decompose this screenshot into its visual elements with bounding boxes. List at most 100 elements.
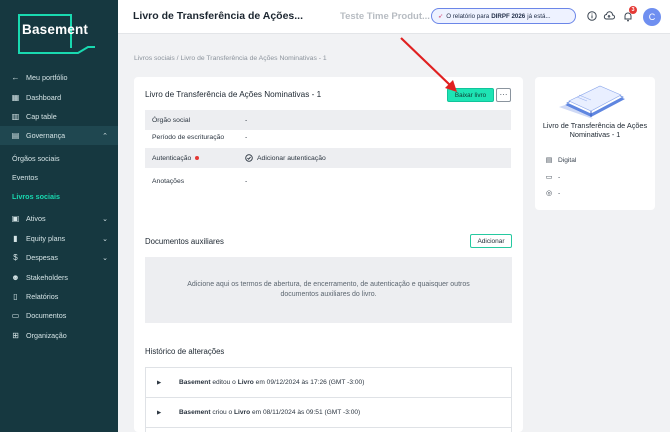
detail-row-autenticacao: Autenticação Adicionar autenticação (145, 148, 511, 168)
avatar[interactable]: C (643, 8, 661, 26)
rocket-icon: ➶ (438, 12, 444, 20)
page-title: Livro de Transferência de Ações... (133, 10, 304, 22)
briefcase-icon: ▣ (11, 214, 20, 223)
caret-right-icon: ▶ (157, 379, 162, 386)
sidebar-item-label: Cap table (26, 112, 57, 121)
sidebar-item-despesas[interactable]: $ Despesas ⌄ (0, 248, 118, 267)
chevron-down-icon: ⌄ (102, 215, 108, 223)
history-object: Livro (237, 379, 254, 386)
info-icon[interactable] (586, 10, 598, 22)
sidebar-item-label: Organização (26, 331, 67, 340)
book-type-value: Digital (558, 156, 577, 164)
calendar-icon: ▭ (545, 174, 553, 181)
book-status: ◎ - (545, 189, 561, 198)
required-dot-icon (195, 155, 200, 160)
sidebar-subitem-eventos[interactable]: Eventos (12, 173, 38, 182)
sidebar-item-relatorios[interactable]: ▯ Relatórios (0, 287, 118, 306)
sidebar-item-label: Stakeholders (26, 273, 68, 282)
history-actor: Basement (179, 409, 211, 416)
sidebar-subitem-orgaos-sociais[interactable]: Órgãos sociais (12, 154, 60, 163)
detail-label: Anotações (152, 177, 185, 185)
sidebar-item-label: Governança (26, 131, 66, 140)
side-card-title: Livro de Transferência de Ações Nominati… (542, 121, 648, 140)
book-date: ▭ - (545, 173, 561, 182)
add-document-button[interactable]: Adicionar (470, 234, 512, 248)
org-icon: ⊞ (12, 331, 19, 340)
report-icon: ▯ (13, 292, 18, 301)
more-options-button[interactable]: ··· (496, 88, 511, 102)
book-status-value: - (558, 189, 561, 197)
dirpf-notice-pill[interactable]: ➶ O relatório para DIRPF 2026 já está... (431, 8, 576, 24)
sidebar-item-dashboard[interactable]: ▦ Dashboard (0, 88, 118, 107)
chevron-up-icon: ⌃ (102, 132, 108, 140)
sidebar-item-documentos[interactable]: ▭ Documentos (0, 306, 118, 325)
chart-icon: ▮ (13, 234, 18, 243)
table-icon: ▥ (11, 112, 20, 121)
caret-right-icon: ▶ (157, 409, 162, 416)
book-icon: ▤ (545, 157, 553, 164)
sidebar-item-organizacao[interactable]: ⊞ Organização (0, 326, 118, 345)
chevron-down-icon: ⌄ (102, 235, 108, 243)
sidebar-item-label: Relatórios (26, 292, 59, 301)
sidebar-item-label: Documentos (26, 311, 67, 320)
check-circle-icon (245, 154, 253, 162)
add-authentication-link[interactable]: Adicionar autenticação (245, 154, 326, 162)
sidebar: Basement ← Meu portfólio ▦ Dashboard ▥ C… (0, 0, 118, 432)
topbar: Livro de Transferência de Ações... Teste… (118, 0, 670, 34)
history-entry-text: Basement criou o Livro em 08/11/2024 às … (179, 409, 360, 416)
sidebar-item-cap-table[interactable]: ▥ Cap table (0, 107, 118, 126)
arrow-left-icon: ← (11, 73, 20, 82)
open-book-illustration (559, 85, 625, 119)
sidebar-subitem-livros-sociais[interactable]: Livros sociais (12, 192, 60, 201)
chevron-down-icon: ⌄ (102, 254, 108, 262)
detail-value: - (245, 116, 248, 124)
history-entry[interactable]: ▶ Basement editou o Livro em 09/12/2024 … (146, 368, 511, 398)
history-action: criou o (212, 409, 233, 416)
logo-frame-tail (18, 46, 95, 54)
breadcrumb[interactable]: Livros sociais / Livro de Transferência … (134, 55, 327, 62)
notification-count-badge: 3 (629, 6, 637, 14)
history-object: Livro (234, 409, 251, 416)
history-actor: Basement (179, 379, 211, 386)
sidebar-item-ativos[interactable]: ▣ Ativos ⌄ (0, 209, 118, 228)
folder-icon: ▭ (11, 311, 20, 320)
cloud-upload-icon[interactable] (603, 10, 615, 22)
notice-suffix: já está... (527, 12, 551, 20)
book-icon: ▤ (11, 131, 20, 140)
history-list: ▶ Basement editou o Livro em 09/12/2024 … (145, 367, 512, 432)
detail-label: Órgão social (152, 116, 191, 124)
detail-row-periodo: Período de escrituração - (145, 127, 511, 147)
detail-label-autenticacao: Autenticação (152, 155, 200, 162)
history-entry-text: Basement editou o Livro em 09/12/2024 às… (179, 379, 364, 386)
history-title: Histórico de alterações (145, 347, 225, 356)
book-summary-card: Livro de Transferência de Ações Nominati… (535, 77, 655, 210)
sidebar-item-label: Dashboard (26, 93, 62, 102)
sidebar-item-meu-portfolio[interactable]: ← Meu portfólio (0, 68, 118, 87)
company-selector[interactable]: Teste Time Produt... (340, 11, 430, 22)
download-book-button[interactable]: Baixar livro (447, 88, 494, 102)
card-title: Livro de Transferência de Ações Nominati… (145, 90, 322, 99)
book-type: ▤ Digital (545, 156, 577, 165)
history-timestamp: em 09/12/2024 às 17:26 (GMT -3:00) (255, 379, 365, 386)
sidebar-item-label: Ativos (26, 214, 46, 223)
book-details-card: Livro de Transferência de Ações Nominati… (134, 77, 523, 432)
book-date-value: - (558, 173, 561, 181)
aux-docs-empty-state: Adicione aqui os termos de abertura, de … (145, 257, 512, 323)
history-entry[interactable]: ▶ Basement criou o Livro em 08/11/2024 à… (146, 398, 511, 428)
history-action: editou o (212, 379, 236, 386)
check-circle-icon: ◎ (545, 190, 553, 197)
sidebar-item-equity-plans[interactable]: ▮ Equity plans ⌄ (0, 229, 118, 248)
sidebar-item-label: Meu portfólio (26, 73, 68, 82)
sidebar-item-stakeholders[interactable]: ☻ Stakeholders (0, 268, 118, 287)
notice-highlight: DIRPF 2026 (491, 12, 526, 20)
logo[interactable]: Basement (22, 22, 88, 37)
history-timestamp: em 08/11/2024 às 09:51 (GMT -3:00) (251, 409, 361, 416)
detail-value: - (245, 177, 248, 185)
sidebar-item-label: Despesas (26, 253, 58, 262)
detail-row-anotacoes: Anotações - (145, 171, 511, 191)
detail-value: - (245, 133, 248, 141)
sidebar-item-governanca[interactable]: ▤ Governança ⌃ (0, 126, 118, 145)
detail-label: Período de escrituração (152, 133, 225, 141)
people-icon: ☻ (11, 273, 20, 282)
notice-prefix: O relatório para (446, 12, 490, 20)
